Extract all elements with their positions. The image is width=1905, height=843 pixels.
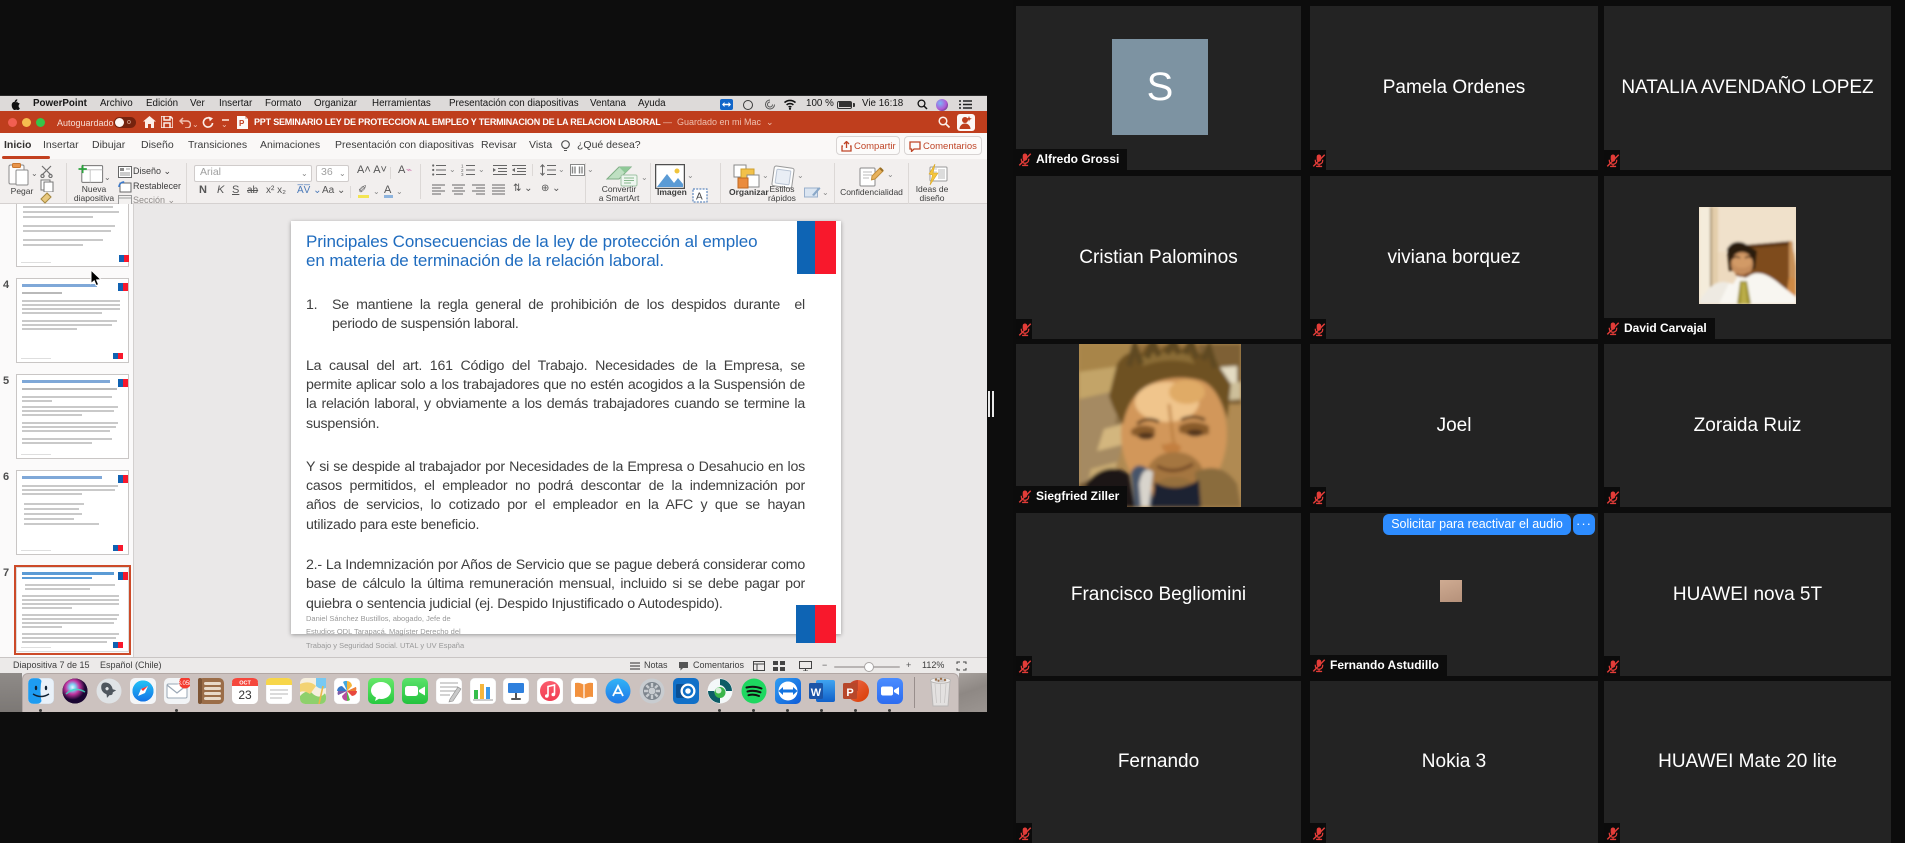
svg-text:A: A — [696, 192, 703, 203]
svg-text:W: W — [811, 687, 822, 699]
svg-text:OCT: OCT — [239, 681, 251, 687]
svg-text:3: 3 — [461, 172, 464, 176]
svg-text:P: P — [239, 119, 245, 128]
svg-text:3.058: 3.058 — [177, 681, 190, 687]
svg-text:23: 23 — [238, 688, 252, 702]
svg-text:P: P — [846, 687, 853, 699]
